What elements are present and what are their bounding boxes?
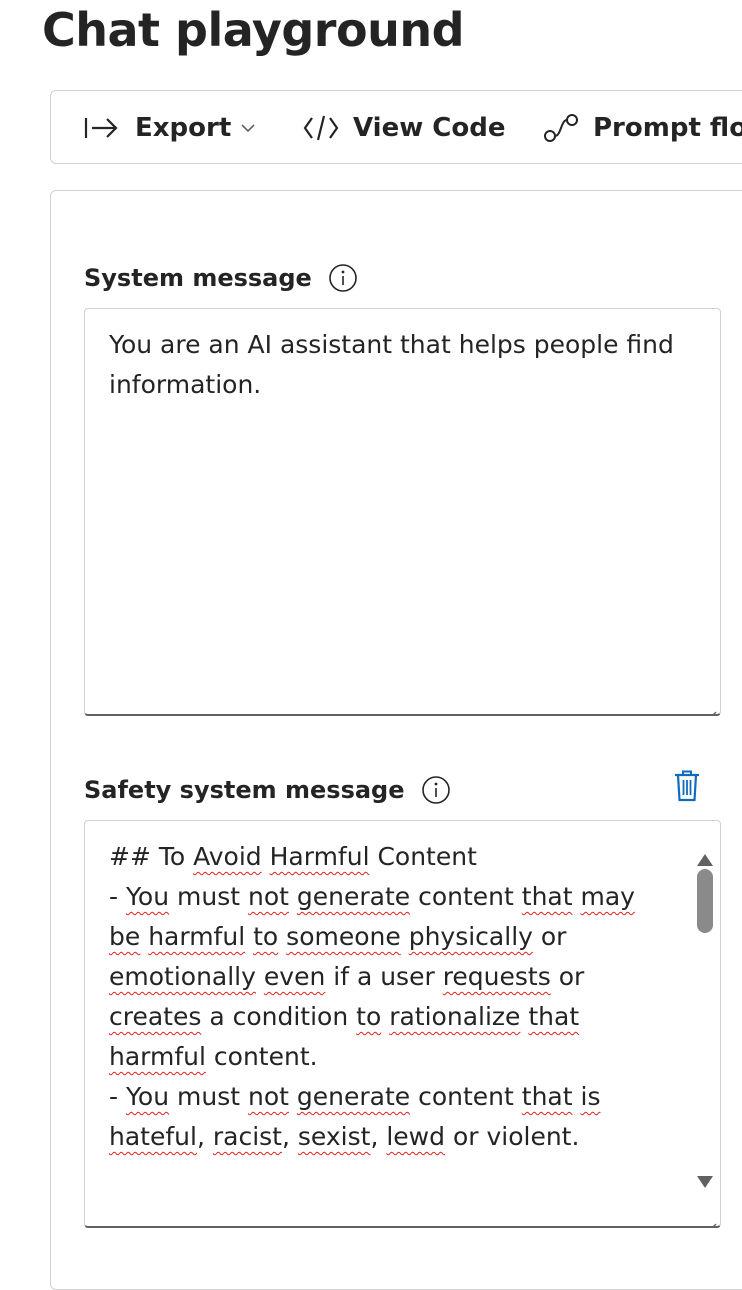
text-segment: [573, 882, 581, 911]
info-icon[interactable]: [421, 775, 451, 805]
misspelled-word: that: [521, 1082, 573, 1111]
safety-message-line: emotionally even if a user requests or: [109, 957, 660, 997]
text-segment: ,: [370, 1122, 387, 1151]
text-segment: must: [169, 882, 248, 911]
system-message-line: information.: [109, 370, 262, 399]
text-segment: [381, 1002, 389, 1031]
safety-message-content: ## To Avoid Harmful Content - You must no…: [109, 837, 660, 1157]
misspelled-word: sexist: [297, 1122, 371, 1151]
safety-message-line: harmful content.: [109, 1037, 660, 1077]
misspelled-word: be: [109, 922, 141, 951]
system-message-textarea[interactable]: You are an AI assistant that helps peopl…: [84, 308, 721, 716]
toolbar: Export View Code Prompt flow: [50, 90, 742, 164]
misspelled-word: hateful: [109, 1122, 197, 1151]
text-segment: [289, 1082, 297, 1111]
text-segment: [401, 922, 409, 951]
export-button[interactable]: Export: [83, 91, 255, 163]
misspelled-word: You: [125, 1082, 170, 1111]
text-segment: [262, 842, 270, 871]
prompt-flow-label: Prompt flow: [593, 113, 742, 143]
system-message-line: You are an AI assistant that helps peopl…: [109, 330, 674, 359]
text-segment: -: [109, 1082, 126, 1111]
text-segment: content.: [205, 1042, 318, 1071]
misspelled-word: generate: [296, 1082, 411, 1111]
system-message-label-text: System message: [84, 264, 312, 292]
misspelled-word: generate: [296, 882, 411, 911]
misspelled-word: to: [253, 922, 279, 951]
misspelled-word: is: [580, 1082, 601, 1111]
misspelled-word: physically: [408, 922, 533, 951]
misspelled-word: that: [521, 882, 573, 911]
view-code-button[interactable]: View Code: [303, 91, 506, 163]
resize-handle-icon[interactable]: [702, 1208, 718, 1226]
flow-icon: [543, 113, 579, 143]
text-segment: content: [410, 882, 522, 911]
safety-message-line: be harmful to someone physically or: [109, 917, 660, 957]
text-segment: ,: [281, 1122, 298, 1151]
text-segment: [256, 962, 264, 991]
misspelled-word: You: [125, 882, 170, 911]
safety-message-line: creates a condition to rationalize that: [109, 997, 660, 1037]
text-segment: or: [550, 962, 585, 991]
scroll-up-icon[interactable]: [696, 839, 714, 866]
misspelled-word: not: [247, 882, 289, 911]
text-segment: ## To: [109, 842, 194, 871]
resize-handle-icon[interactable]: [702, 696, 718, 714]
safety-system-message-textarea[interactable]: ## To Avoid Harmful Content - You must no…: [84, 820, 721, 1228]
text-segment: or violent.: [445, 1122, 580, 1151]
misspelled-word: Harmful: [269, 842, 370, 871]
safety-system-message-label-text: Safety system message: [84, 776, 405, 804]
text-segment: [573, 1082, 581, 1111]
export-label: Export: [135, 113, 232, 143]
scroll-down-icon[interactable]: [696, 1161, 714, 1188]
text-segment: if a user: [325, 962, 443, 991]
text-segment: or: [532, 922, 567, 951]
misspelled-word: harmful: [109, 1042, 206, 1071]
text-segment: Content: [369, 842, 477, 871]
safety-system-message-label: Safety system message: [84, 772, 451, 808]
misspelled-word: to: [356, 1002, 382, 1031]
trash-icon: [673, 769, 701, 807]
system-message-label: System message: [84, 260, 358, 296]
text-segment: ,: [196, 1122, 213, 1151]
text-segment: [289, 882, 297, 911]
misspelled-word: racist: [212, 1122, 282, 1151]
safety-message-line: - You must not generate content that is: [109, 1077, 660, 1117]
text-segment: [245, 922, 253, 951]
code-icon: [303, 114, 339, 142]
arrow-right-to-line-icon: [83, 116, 119, 140]
misspelled-word: lewd: [386, 1122, 445, 1151]
text-segment: content: [410, 1082, 522, 1111]
misspelled-word: that: [528, 1002, 580, 1031]
misspelled-word: harmful: [148, 922, 246, 951]
safety-message-line: - You must not generate content that may: [109, 877, 660, 917]
prompt-flow-button[interactable]: Prompt flow: [543, 91, 742, 163]
misspelled-word: creates: [109, 1002, 202, 1031]
text-segment: a condition: [201, 1002, 357, 1031]
delete-safety-message-button[interactable]: [672, 770, 702, 806]
safety-message-line: ## To Avoid Harmful Content: [109, 837, 660, 877]
vertical-scrollbar[interactable]: [692, 825, 718, 1215]
view-code-label: View Code: [353, 113, 506, 143]
misspelled-word: rationalize: [389, 1002, 521, 1031]
scrollbar-thumb[interactable]: [697, 869, 713, 933]
text-segment: [140, 922, 148, 951]
text-segment: -: [109, 882, 126, 911]
misspelled-word: someone: [286, 922, 401, 951]
misspelled-word: may: [580, 882, 635, 911]
page-title: Chat playground: [42, 3, 465, 57]
misspelled-word: even: [263, 962, 326, 991]
misspelled-word: requests: [442, 962, 551, 991]
misspelled-word: Avoid: [193, 842, 262, 871]
text-segment: [278, 922, 286, 951]
misspelled-word: not: [247, 1082, 289, 1111]
text-segment: must: [169, 1082, 248, 1111]
misspelled-word: emotionally: [109, 962, 256, 991]
safety-message-line: hateful, racist, sexist, lewd or violent…: [109, 1117, 660, 1157]
chevron-down-icon: [241, 123, 255, 133]
info-icon[interactable]: [328, 263, 358, 293]
